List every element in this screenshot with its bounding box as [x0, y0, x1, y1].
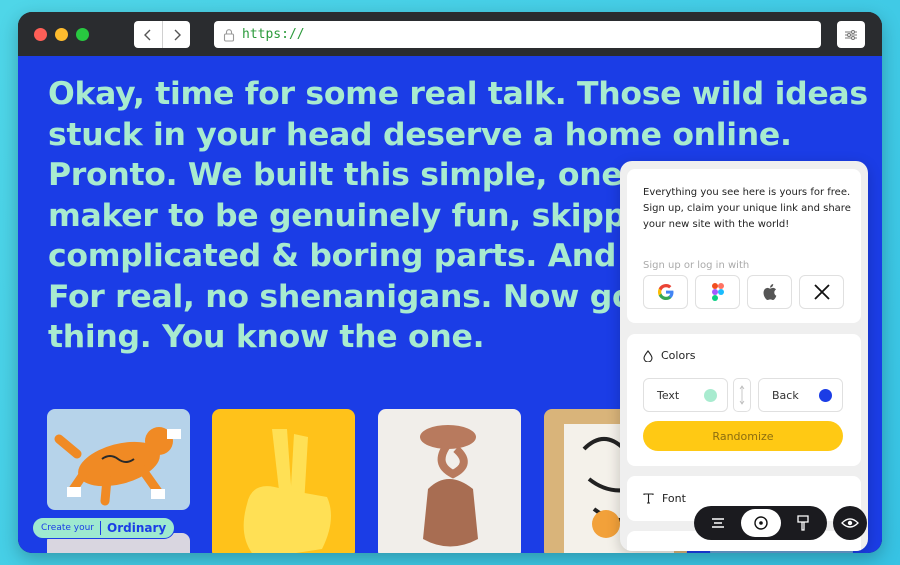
align-icon [712, 518, 724, 528]
browser-window: https:// Okay, time for some real talk. … [18, 12, 882, 553]
chevron-left-icon [144, 29, 151, 40]
x-icon [813, 284, 830, 300]
lock-icon [223, 28, 235, 42]
x-login-button[interactable] [799, 275, 844, 309]
image-card-hand[interactable] [212, 409, 355, 553]
randomize-button[interactable]: Randomize [643, 421, 843, 451]
create-your-ordinary-badge[interactable]: Create your Ordinary [32, 517, 176, 539]
signin-label: Sign up or log in with [643, 260, 750, 271]
minimize-window-button[interactable] [55, 28, 68, 41]
text-color-picker[interactable]: Text [643, 378, 728, 412]
google-login-button[interactable] [643, 275, 688, 309]
back-color-label: Back [772, 388, 799, 402]
align-button[interactable] [698, 509, 738, 537]
apple-login-button[interactable] [747, 275, 792, 309]
swap-colors-button[interactable] [733, 378, 751, 412]
signup-intro: Everything you see here is yours for fre… [643, 187, 851, 230]
chevron-right-icon [174, 29, 181, 40]
editor-toolbar [694, 506, 827, 540]
sculpture-illustration [420, 425, 478, 547]
figma-icon [711, 283, 724, 301]
drop-icon [643, 349, 653, 362]
back-button[interactable] [134, 21, 162, 48]
badge-divider [100, 521, 102, 535]
colors-title-row: Colors [643, 349, 695, 362]
preview-toggle-button[interactable] [833, 506, 867, 540]
font-title: Font [662, 492, 686, 505]
target-icon [753, 516, 768, 530]
colors-title: Colors [661, 349, 696, 362]
text-color-label: Text [657, 388, 680, 402]
eye-icon [841, 518, 859, 528]
nav-buttons [134, 21, 190, 48]
hand-illustration [243, 429, 331, 553]
address-bar[interactable]: https:// [214, 21, 821, 48]
colors-section: Colors Text Back Randomize [627, 334, 861, 466]
close-window-button[interactable] [34, 28, 47, 41]
back-color-swatch [819, 388, 832, 402]
badge-brand: Ordinary [107, 521, 167, 535]
maximize-window-button[interactable] [76, 28, 89, 41]
browser-chrome: https:// [18, 12, 882, 56]
sliders-icon [845, 29, 857, 40]
google-icon [657, 284, 673, 300]
dog-illustration [54, 427, 181, 506]
site-preview: Okay, time for some real talk. Those wil… [18, 56, 882, 553]
image-card-sculpture[interactable] [378, 409, 521, 553]
brush-button[interactable] [783, 509, 823, 537]
font-title-row: Font [643, 492, 686, 505]
apple-icon [763, 284, 777, 300]
editor-panel: Everything you see here is yours for fre… [620, 161, 868, 551]
brush-icon [797, 515, 809, 531]
target-button[interactable] [740, 509, 781, 537]
signup-section: Everything you see here is yours for fre… [627, 169, 861, 323]
text-color-swatch [704, 388, 717, 402]
figma-login-button[interactable] [695, 275, 740, 309]
badge-prefix: Create your [41, 523, 95, 533]
back-color-picker[interactable]: Back [758, 378, 843, 412]
url-text: https:// [242, 27, 305, 42]
swap-icon [739, 385, 745, 405]
text-icon [643, 493, 654, 504]
image-card-dog[interactable] [47, 409, 190, 510]
forward-button[interactable] [162, 21, 190, 48]
browser-menu-button[interactable] [837, 21, 865, 48]
